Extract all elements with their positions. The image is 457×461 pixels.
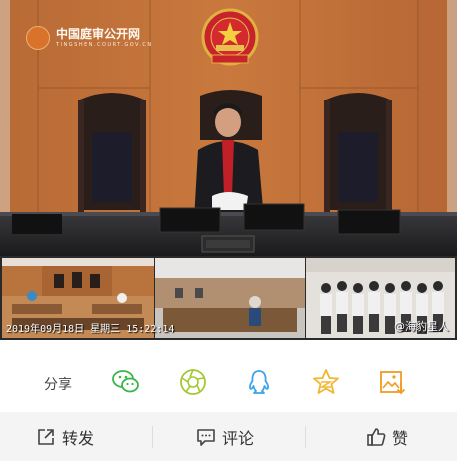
repost-icon bbox=[38, 428, 54, 445]
weibo-credit: @海豹星人 bbox=[394, 320, 449, 333]
left-judge-chair bbox=[78, 93, 146, 212]
action-bar: 转发 评论 赞 bbox=[0, 412, 457, 461]
right-judge-chair bbox=[324, 93, 392, 212]
video-timestamp: 2019年09月18日 星期三 15:22:14 bbox=[6, 324, 175, 335]
repost-button[interactable]: 转发 bbox=[36, 412, 94, 461]
qq-icon[interactable] bbox=[244, 367, 274, 397]
watermark-subtitle: TINGSHEN.COURT.GOV.CN bbox=[56, 42, 153, 48]
divider bbox=[305, 426, 306, 448]
wechat-icon[interactable] bbox=[111, 367, 141, 397]
court-video-frame[interactable]: 中国庭审公开网 TINGSHEN.COURT.GOV.CN 2019年09月18… bbox=[0, 0, 457, 340]
like-label: 赞 bbox=[392, 428, 409, 448]
save-image-icon[interactable] bbox=[377, 367, 407, 397]
watermark-title: 中国庭审公开网 bbox=[56, 27, 141, 41]
court-watermark: 中国庭审公开网 TINGSHEN.COURT.GOV.CN bbox=[26, 26, 153, 50]
repost-label: 转发 bbox=[62, 428, 95, 448]
national-emblem bbox=[201, 8, 259, 66]
moments-icon[interactable] bbox=[178, 367, 208, 397]
share-bar: 分享 bbox=[0, 350, 457, 410]
thumbs-up-icon bbox=[367, 427, 386, 446]
like-button[interactable]: 赞 bbox=[366, 412, 408, 461]
court-logo-icon bbox=[26, 26, 50, 50]
comment-button[interactable]: 评论 bbox=[196, 412, 254, 461]
qzone-icon[interactable] bbox=[311, 367, 341, 397]
comment-label: 评论 bbox=[222, 428, 255, 448]
share-label: 分享 bbox=[44, 377, 72, 393]
pip-view-gallery bbox=[155, 258, 305, 338]
comment-icon bbox=[197, 428, 215, 446]
divider bbox=[152, 426, 153, 448]
